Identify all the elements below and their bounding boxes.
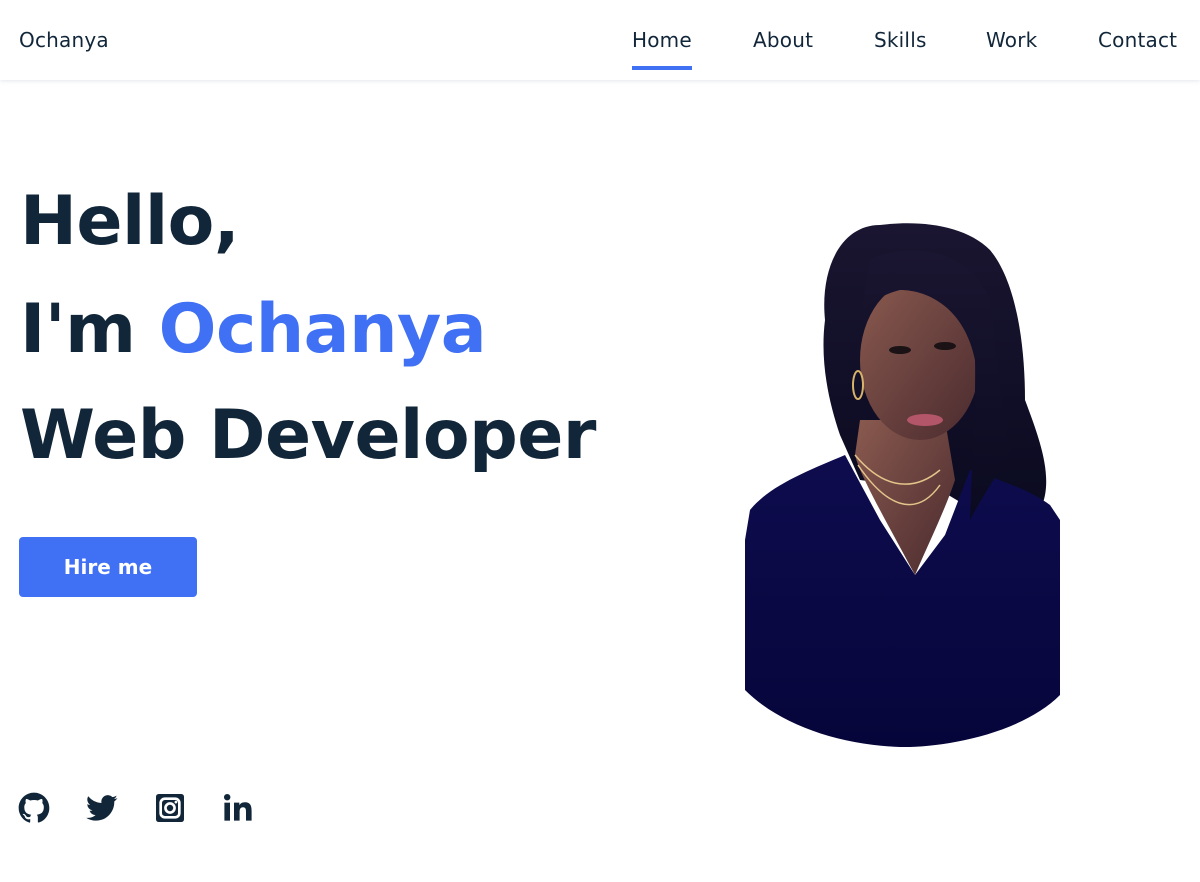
linkedin-icon bbox=[224, 794, 252, 821]
portrait-photo bbox=[745, 223, 1060, 748]
twitter-link[interactable] bbox=[86, 792, 118, 824]
nav-active-indicator bbox=[632, 66, 692, 70]
nav-work[interactable]: Work bbox=[986, 28, 1037, 52]
hero-intro-prefix: I'm bbox=[20, 290, 159, 369]
hero-greeting: Hello, bbox=[20, 182, 240, 261]
github-link[interactable] bbox=[18, 792, 50, 824]
hero-intro: I'm Ochanya bbox=[20, 296, 487, 364]
nav-contact[interactable]: Contact bbox=[1098, 28, 1177, 52]
nav-about[interactable]: About bbox=[753, 28, 813, 52]
hero-name: Ochanya bbox=[158, 290, 487, 369]
site-header: Ochanya Home About Skills Work Contact bbox=[0, 0, 1200, 80]
github-icon bbox=[18, 792, 50, 823]
instagram-link[interactable] bbox=[154, 792, 186, 824]
linkedin-link[interactable] bbox=[222, 792, 254, 824]
nav-skills[interactable]: Skills bbox=[874, 28, 927, 52]
site-logo[interactable]: Ochanya bbox=[19, 28, 109, 52]
hire-me-button[interactable]: Hire me bbox=[19, 537, 197, 597]
nav-home[interactable]: Home bbox=[632, 28, 692, 52]
twitter-icon bbox=[86, 795, 118, 821]
hero-role: Web Developer bbox=[20, 396, 596, 475]
social-links bbox=[18, 792, 290, 824]
instagram-icon bbox=[156, 794, 184, 822]
